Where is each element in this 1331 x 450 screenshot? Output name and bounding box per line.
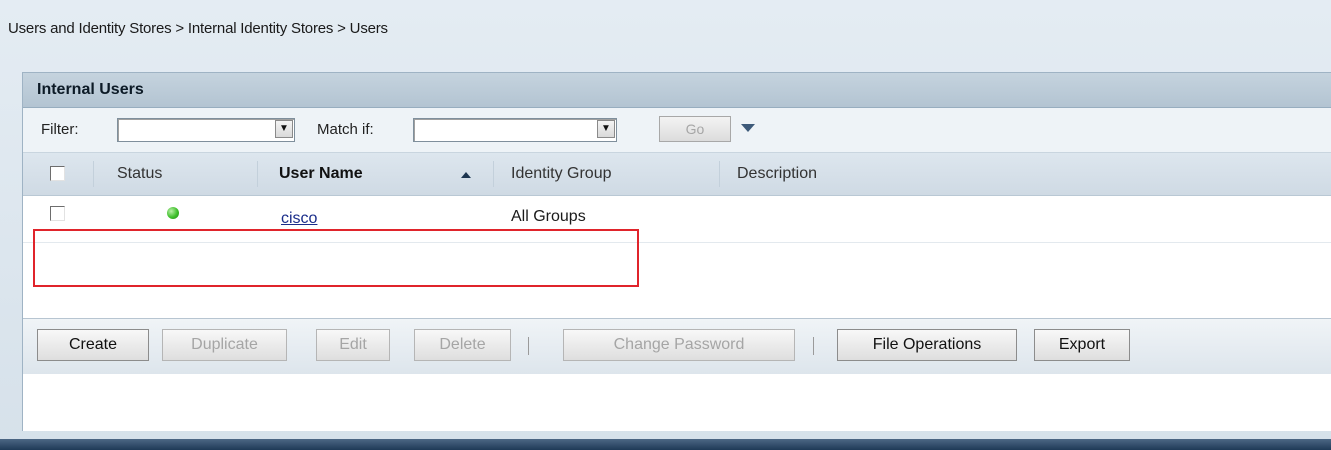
match-if-select[interactable]: ▼: [413, 118, 617, 142]
identity-group-cell: All Groups: [511, 208, 586, 225]
file-operations-button[interactable]: File Operations: [837, 329, 1017, 361]
filter-options-triangle-icon[interactable]: [741, 124, 755, 132]
highlight-box: [33, 229, 639, 287]
column-divider: [93, 161, 94, 187]
column-header-user-name[interactable]: User Name: [279, 165, 363, 183]
go-button[interactable]: Go: [659, 116, 731, 142]
duplicate-button[interactable]: Duplicate: [162, 329, 287, 361]
sort-ascending-icon[interactable]: [461, 172, 471, 178]
chevron-down-icon[interactable]: ▼: [275, 120, 293, 138]
column-header-identity-group[interactable]: Identity Group: [511, 165, 612, 183]
select-all-checkbox[interactable]: [50, 166, 65, 181]
action-toolbar: Create Duplicate Edit Delete Change Pass…: [23, 318, 1331, 374]
edit-button[interactable]: Edit: [316, 329, 390, 361]
breadcrumb[interactable]: Users and Identity Stores > Internal Ide…: [8, 20, 388, 37]
panel-title: Internal Users: [23, 73, 1331, 108]
delete-button[interactable]: Delete: [414, 329, 511, 361]
column-divider: [493, 161, 494, 187]
page: Users and Identity Stores > Internal Ide…: [0, 0, 1331, 450]
filter-bar: Filter: ▼ Match if: ▼ Go: [23, 108, 1331, 153]
match-if-label: Match if:: [317, 121, 374, 138]
row-checkbox[interactable]: [50, 206, 65, 221]
column-header-description[interactable]: Description: [737, 165, 817, 183]
export-button[interactable]: Export: [1034, 329, 1130, 361]
filter-select[interactable]: ▼: [117, 118, 295, 142]
bottom-bar: [0, 439, 1331, 450]
table-header: Status User Name Identity Group Descript…: [23, 153, 1331, 196]
filter-label: Filter:: [41, 121, 79, 138]
column-divider: [257, 161, 258, 187]
chevron-down-icon[interactable]: ▼: [597, 120, 615, 138]
status-active-icon: [167, 207, 179, 219]
column-header-status[interactable]: Status: [117, 165, 162, 183]
change-password-button[interactable]: Change Password: [563, 329, 795, 361]
column-divider: [719, 161, 720, 187]
user-name-link[interactable]: cisco: [281, 210, 317, 228]
toolbar-separator: [813, 337, 814, 355]
toolbar-separator: [528, 337, 529, 355]
create-button[interactable]: Create: [37, 329, 149, 361]
